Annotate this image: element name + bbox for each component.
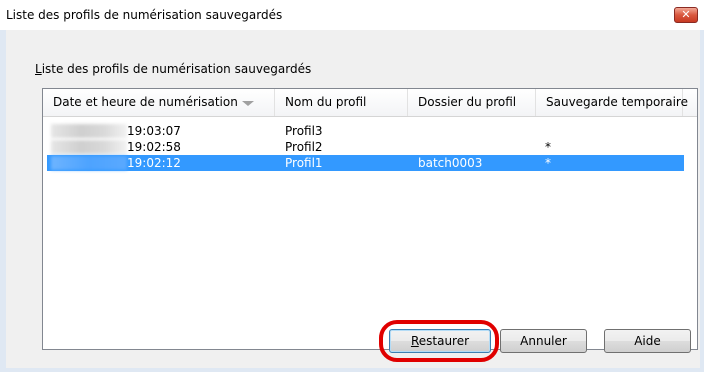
column-header-date-label: Date et heure de numérisation <box>53 95 238 109</box>
list-caption-text: iste des profils de numérisation sauvega… <box>41 62 312 76</box>
title-bar[interactable]: Liste des profils de numérisation sauveg… <box>0 0 704 30</box>
sort-descending-icon <box>242 101 254 106</box>
list-caption: Liste des profils de numérisation sauveg… <box>35 62 311 76</box>
window-frame-right <box>700 30 704 372</box>
cancel-button[interactable]: Annuler <box>500 329 587 353</box>
column-header-temporary-save-label: Sauvegarde temporaire <box>546 95 688 109</box>
redacted-date <box>51 140 127 154</box>
column-header-profile-folder-label: Dossier du profil <box>418 95 517 109</box>
help-button[interactable]: Aide <box>604 329 691 353</box>
cancel-button-label: Annuler <box>520 334 567 348</box>
highlight-ring <box>379 320 499 362</box>
table-row[interactable]: 19:03:07 Profil3 <box>47 123 684 139</box>
dialog-body: Liste des profils de numérisation sauveg… <box>6 30 700 368</box>
cell-time: 19:02:58 <box>127 140 181 154</box>
column-header-profile-name-label: Nom du profil <box>285 95 367 109</box>
cell-time: 19:03:07 <box>127 124 181 138</box>
help-button-label: Aide <box>634 334 661 348</box>
table-row[interactable]: 19:02:58 Profil2 * <box>47 139 684 155</box>
list-header: Date et heure de numérisation Nom du pro… <box>43 89 697 117</box>
column-header-profile-folder[interactable]: Dossier du profil <box>408 89 536 116</box>
column-header-date[interactable]: Date et heure de numérisation <box>43 89 275 116</box>
cell-profile-name: Profil1 <box>285 156 323 170</box>
list-caption-access-key: L <box>35 62 42 76</box>
column-header-temporary-save[interactable]: Sauvegarde temporaire <box>536 89 688 116</box>
cell-temporary-save: * <box>545 140 551 154</box>
cell-temporary-save: * <box>545 156 551 170</box>
table-row-selected[interactable]: 19:02:12 Profil1 batch0003 * <box>47 155 684 171</box>
redacted-date <box>51 124 127 138</box>
redacted-date <box>51 156 127 170</box>
column-header-profile-name[interactable]: Nom du profil <box>275 89 408 116</box>
cell-profile-name: Profil3 <box>285 124 323 138</box>
close-icon[interactable]: ✕ <box>674 7 698 23</box>
cell-time: 19:02:12 <box>127 156 181 170</box>
window-frame-bottom <box>0 368 704 372</box>
window-title: Liste des profils de numérisation sauveg… <box>6 8 283 22</box>
cell-profile-name: Profil2 <box>285 140 323 154</box>
saved-profiles-list[interactable]: Date et heure de numérisation Nom du pro… <box>42 88 698 350</box>
cell-profile-folder: batch0003 <box>418 156 483 170</box>
